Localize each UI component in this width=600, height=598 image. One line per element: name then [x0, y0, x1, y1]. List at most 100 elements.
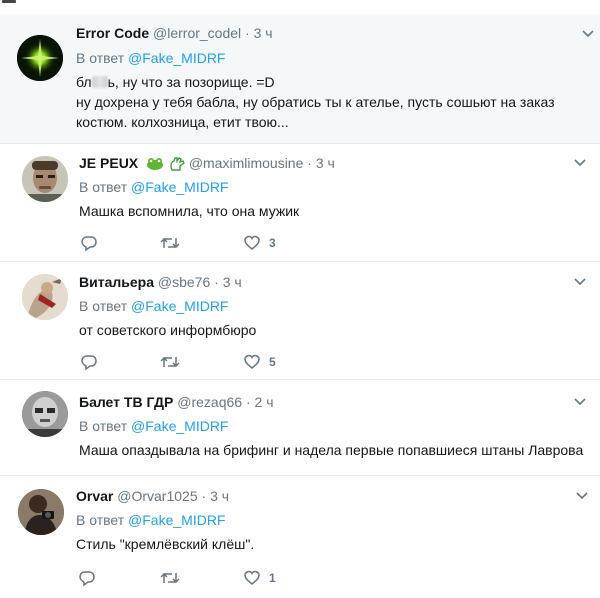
green-star-icon [17, 35, 63, 81]
reply-prefix: В ответ [79, 179, 128, 195]
frog-face-icon [147, 158, 164, 170]
photographer-icon [18, 489, 64, 535]
reply-button[interactable] [78, 568, 96, 588]
text-fragment: ь, ну что за позорище. =D [107, 74, 275, 90]
reply-context: В ответ @Fake_MIDRF [79, 417, 228, 435]
user-handle[interactable]: @rezaq66 [177, 394, 242, 410]
text-line: ну дохрена у тебя бабла, ну обратись ты … [76, 94, 555, 110]
avatar[interactable] [22, 274, 68, 320]
tweet-text: бл ь, ну что за позорище. =D ну дохрена у… [76, 72, 555, 132]
avatar[interactable] [22, 156, 68, 202]
user-handle[interactable]: @sbe76 [158, 274, 210, 290]
chevron-down-icon[interactable] [575, 491, 589, 501]
user-handle[interactable]: @lerror_codel [153, 25, 241, 41]
like-button[interactable]: 1 [243, 568, 276, 588]
tweet-je-peux[interactable]: JE PEUX @maximlimousine · 3 ч В ответ @F… [0, 144, 600, 262]
display-name[interactable]: Orvar [76, 488, 113, 504]
user-handle[interactable]: @Orvar1025 [117, 488, 197, 504]
separator-dot: · [245, 25, 250, 41]
chevron-down-icon[interactable] [573, 397, 587, 407]
mention-link[interactable]: @Fake_MIDRF [131, 179, 228, 195]
reply-icon [81, 236, 97, 252]
tweet-vitalera[interactable]: Витальера @sbe76 · 3 ч В ответ @Fake_MID… [0, 262, 600, 380]
mention-link[interactable]: @Fake_MIDRF [128, 50, 225, 66]
text-line: Машка вспомнила, что она мужик [79, 203, 300, 219]
separator-dot: · [201, 488, 207, 504]
like-button[interactable]: 5 [243, 352, 276, 372]
heart-icon [244, 570, 260, 585]
reply-prefix: В ответ [79, 418, 128, 434]
display-name[interactable]: Балет ТВ ГДР [79, 394, 173, 410]
separator-dot: · [245, 394, 251, 410]
like-count: 3 [269, 236, 276, 250]
reply-context: В ответ @Fake_MIDRF [76, 511, 225, 529]
display-name[interactable]: JE PEUX [79, 155, 138, 171]
chevron-down-icon[interactable] [581, 29, 595, 39]
reply-prefix: В ответ [76, 512, 125, 528]
tweet-text: Стиль "кремлёвский клёш". [76, 534, 254, 554]
tweet-text: от советского информбюро [79, 320, 256, 340]
avatar[interactable] [18, 489, 64, 535]
user-handle[interactable]: @maximlimousine [189, 155, 304, 171]
grayscale-face-icon [22, 391, 68, 437]
heart-icon [244, 354, 260, 369]
avatar[interactable] [17, 35, 63, 81]
mention-link[interactable]: @Fake_MIDRF [128, 512, 225, 528]
heart-icon [244, 235, 260, 250]
like-count: 5 [269, 355, 276, 369]
text-line: Маша опаздывала на брифинг и надела перв… [79, 442, 584, 458]
timestamp[interactable]: 2 ч [255, 394, 274, 410]
text-fragment: бл [76, 74, 92, 90]
text-line: костюм. колхозница, етит твою... [76, 114, 289, 130]
painting-icon [22, 274, 68, 320]
action-bar: 1 [78, 568, 298, 588]
mention-link[interactable]: @Fake_MIDRF [131, 418, 228, 434]
retweet-button[interactable] [160, 233, 180, 253]
text-line: от советского информбюро [79, 322, 257, 338]
text-line: Стиль "кремлёвский клёш". [76, 536, 255, 552]
reply-context: В ответ @Fake_MIDRF [76, 49, 225, 67]
man-face-icon [22, 156, 68, 202]
timestamp[interactable]: 3 ч [223, 274, 242, 290]
action-bar: 5 [80, 352, 300, 372]
tweet-header: Error Code @lerror_codel · 3 ч [76, 24, 273, 42]
like-button[interactable]: 3 [243, 233, 276, 253]
timestamp[interactable]: 3 ч [316, 155, 335, 171]
censor-blur [91, 76, 108, 88]
timestamp[interactable]: 3 ч [210, 488, 229, 504]
reply-context: В ответ @Fake_MIDRF [79, 178, 228, 196]
retweet-button[interactable] [160, 568, 180, 588]
replies-feed: Error Code @lerror_codel · 3 ч В ответ @… [0, 0, 600, 598]
tweet-header: Витальера @sbe76 · 3 ч [79, 273, 242, 291]
display-name[interactable]: Витальера [79, 274, 154, 290]
chevron-down-icon[interactable] [573, 158, 587, 168]
avatar[interactable] [22, 391, 68, 437]
retweet-icon [160, 237, 180, 249]
retweet-icon [160, 572, 180, 584]
green-hand-icon [170, 157, 185, 171]
action-bar: 3 [80, 233, 300, 253]
tweet-header: JE PEUX @maximlimousine · 3 ч [79, 154, 335, 172]
reply-prefix: В ответ [76, 50, 125, 66]
chevron-down-icon[interactable] [573, 277, 587, 287]
tweet-error-code[interactable]: Error Code @lerror_codel · 3 ч В ответ @… [0, 14, 600, 144]
tweet-header: Балет ТВ ГДР @rezaq66 · 2 ч [79, 393, 274, 411]
separator-dot: · [214, 274, 219, 290]
reply-icon [81, 355, 97, 371]
reply-button[interactable] [80, 233, 98, 253]
previous-tweet-edge [0, 0, 600, 5]
mention-link[interactable]: @Fake_MIDRF [131, 298, 228, 314]
retweet-icon [160, 356, 180, 368]
reply-icon [79, 571, 95, 587]
tweet-orvar[interactable]: Orvar @Orvar1025 · 3 ч В ответ @Fake_MID… [0, 476, 600, 598]
reply-button[interactable] [80, 352, 98, 372]
like-count: 1 [269, 571, 276, 585]
tweet-balet-tv-gdr[interactable]: Балет ТВ ГДР @rezaq66 · 2 ч В ответ @Fak… [0, 380, 600, 476]
tweet-text: Маша опаздывала на брифинг и надела перв… [79, 440, 583, 460]
display-name[interactable]: Error Code [76, 25, 149, 41]
reply-prefix: В ответ [79, 298, 128, 314]
tweet-header: Orvar @Orvar1025 · 3 ч [76, 487, 229, 505]
timestamp[interactable]: 3 ч [254, 25, 273, 41]
retweet-button[interactable] [160, 352, 180, 372]
tweet-text: Машка вспомнила, что она мужик [79, 201, 299, 221]
